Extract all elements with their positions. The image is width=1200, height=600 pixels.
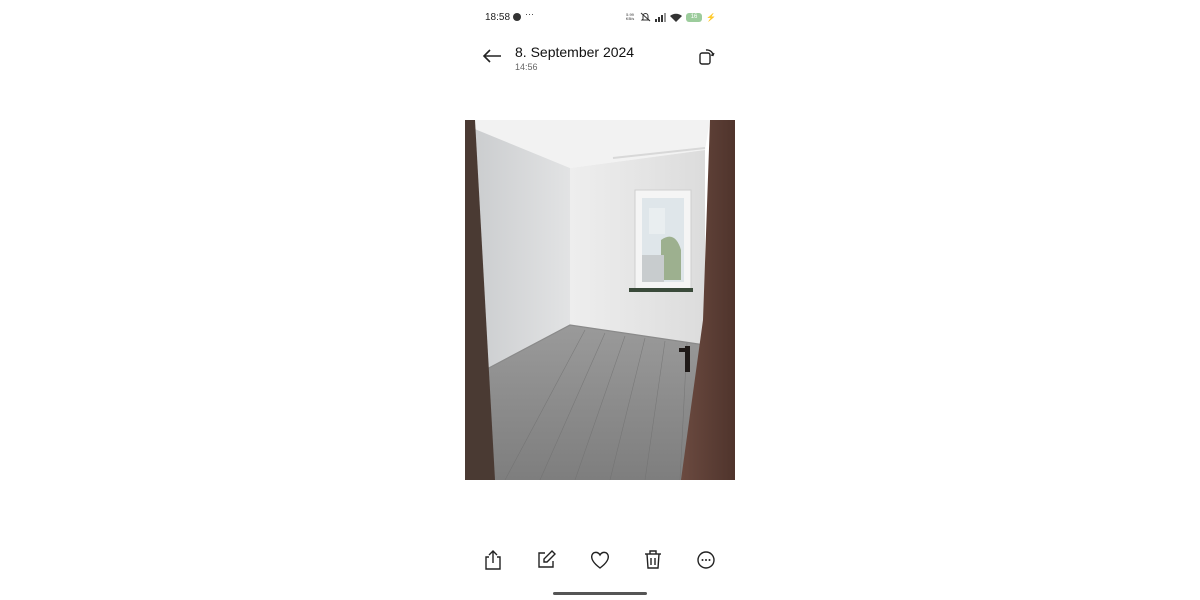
delete-icon (645, 550, 661, 569)
network-speed-unit: KB/s (625, 16, 635, 21)
viewer-header: 8. September 2024 14:56 (465, 40, 735, 80)
favorite-icon (591, 551, 609, 569)
status-more-indicator: ··· (525, 9, 534, 19)
more-icon (697, 551, 715, 569)
more-button[interactable] (695, 548, 717, 572)
mute-icon (640, 12, 651, 22)
back-arrow-icon (482, 49, 501, 63)
network-speed: 5.99 KB/s (624, 13, 636, 21)
back-button[interactable] (481, 46, 503, 66)
photo-date-title: 8. September 2024 (515, 44, 635, 60)
status-icons: 5.99 KB/s 16 ⚡ (624, 12, 716, 22)
status-bar: 18:58 ··· 5.99 KB/s 16 ⚡ (465, 8, 735, 26)
bottom-toolbar (465, 548, 735, 572)
charging-icon: ⚡ (706, 12, 716, 22)
home-indicator[interactable] (553, 592, 647, 595)
rotate-icon (699, 49, 715, 65)
facebook-icon (513, 13, 521, 21)
delete-button[interactable] (642, 548, 664, 572)
share-icon (485, 550, 501, 570)
room-photo[interactable] (465, 120, 735, 480)
battery-icon: 16 (686, 12, 703, 22)
favorite-button[interactable] (589, 548, 611, 572)
photo-viewer-screen: 18:58 ··· 5.99 KB/s 16 ⚡ 8. September 20… (465, 0, 735, 600)
wifi-icon (670, 13, 683, 22)
edit-button[interactable] (535, 548, 557, 572)
photo-time: 14:56 (515, 62, 538, 72)
share-button[interactable] (482, 548, 504, 572)
signal-icon (655, 12, 667, 22)
edit-icon (538, 550, 556, 568)
rotate-button[interactable] (697, 46, 717, 66)
status-time: 18:58 (485, 12, 511, 23)
